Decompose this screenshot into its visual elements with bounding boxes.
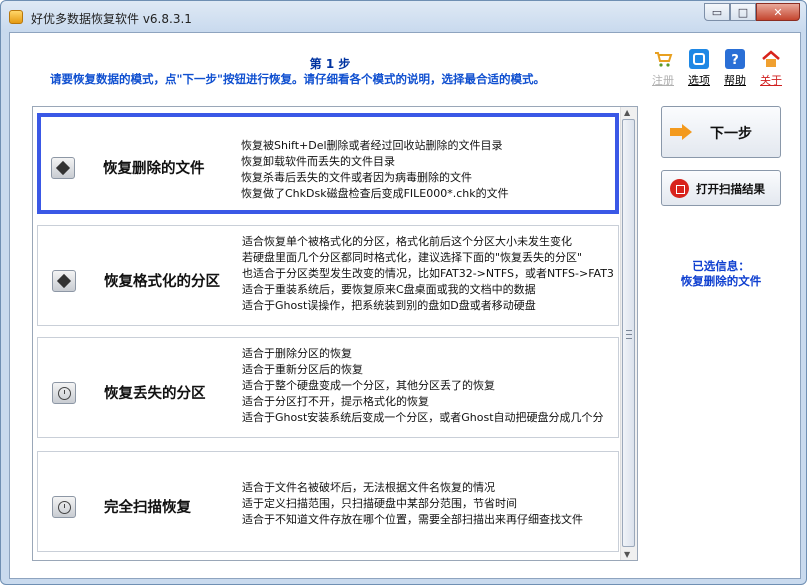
minimize-button[interactable]: ▭ (704, 3, 730, 21)
app-window: 好优多数据恢复软件 v6.8.3.1 ▭ □ ✕ 第 1 步 请要恢复数据的模式… (0, 0, 807, 585)
mode-card-recover-deleted[interactable]: 恢复删除的文件 恢复被Shift+Del删除或者经过回收站删除的文件目录 恢复卸… (37, 113, 619, 214)
close-button[interactable]: ✕ (756, 3, 800, 21)
register-label: 注册 (652, 74, 674, 87)
mode-desc-line: 适合于重新分区后的恢复 (242, 363, 363, 376)
selected-info: 已选信息： 恢复删除的文件 (661, 259, 781, 289)
clock-disk-icon (52, 382, 76, 404)
mode-desc-line: 适合于Ghost安装系统后变成一个分区，或者Ghost自动把硬盘分成几个分 (242, 411, 604, 424)
options-icon (689, 49, 709, 69)
disk-icon (52, 270, 76, 292)
mode-desc-line: 适于定义扫描范围，只扫描硬盘中某部分范围，节省时间 (242, 497, 517, 510)
mode-desc-line: 适合于分区打不开，提示格式化的恢复 (242, 395, 429, 408)
window-title: 好优多数据恢复软件 v6.8.3.1 (31, 12, 192, 26)
step-header: 第 1 步 请要恢复数据的模式，点"下一步"按钮进行恢复。请仔细看各个模式的说明… (10, 33, 800, 103)
mode-desc-line: 恢复卸载软件而丢失的文件目录 (241, 155, 395, 168)
help-button[interactable]: ? 帮助 (720, 49, 750, 88)
svg-text:?: ? (731, 53, 739, 68)
maximize-button[interactable]: □ (730, 3, 756, 21)
mode-list: 恢复删除的文件 恢复被Shift+Del删除或者经过回收站删除的文件目录 恢复卸… (32, 106, 638, 561)
disk-icon (51, 157, 75, 179)
open-scan-result-button[interactable]: 打开扫描结果 (661, 170, 781, 206)
mode-desc-line: 适合于不知道文件存放在哪个位置，需要全部扫描出来再仔细查找文件 (242, 513, 583, 526)
mode-desc-line: 也适合于分区类型发生改变的情况，比如FAT32->NTFS，或者NTFS->FA… (242, 267, 614, 280)
stop-icon (670, 179, 689, 198)
mode-desc-line: 适合于整个硬盘变成一个分区，其他分区丢了的恢复 (242, 379, 495, 392)
next-step-button[interactable]: 下一步 (661, 106, 781, 158)
scroll-down-icon[interactable]: ▼ (624, 550, 630, 559)
clock-disk-icon (52, 496, 76, 518)
mode-desc-line: 适合恢复单个被格式化的分区，格式化前后这个分区大小未发生变化 (242, 235, 572, 248)
mode-title: 恢复删除的文件 (103, 161, 205, 177)
next-step-label: 下一步 (710, 126, 752, 142)
mode-desc-line: 适合于重装系统后，要恢复原来C盘桌面或我的文档中的数据 (242, 283, 536, 296)
mode-desc-line: 恢复杀毒后丢失的文件或者因为病毒删除的文件 (241, 171, 472, 184)
step-description: 请要恢复数据的模式，点"下一步"按钮进行恢复。请仔细看各个模式的说明，选择最合适… (50, 72, 545, 86)
mode-title: 恢复格式化的分区 (104, 274, 220, 290)
mode-card-full-scan[interactable]: 完全扫描恢复 适合于文件名被破坏后，无法根据文件名恢复的情况 适于定义扫描范围，… (37, 451, 619, 552)
mode-desc-line: 恢复做了ChkDsk磁盘检查后变成FILE000*.chk的文件 (241, 187, 509, 200)
mode-desc-line: 适合于删除分区的恢复 (242, 347, 352, 360)
mode-desc-line: 适合于文件名被破坏后，无法根据文件名恢复的情况 (242, 481, 495, 494)
help-label: 帮助 (724, 74, 746, 87)
selected-info-label: 已选信息： (692, 259, 750, 273)
mode-card-recover-formatted[interactable]: 恢复格式化的分区 适合恢复单个被格式化的分区，格式化前后这个分区大小未发生变化 … (37, 225, 619, 326)
about-button[interactable]: 关于 (756, 49, 786, 88)
options-label: 选项 (688, 74, 710, 87)
help-icon: ? (725, 49, 745, 69)
vertical-scrollbar[interactable]: ▲ ▼ (620, 107, 637, 560)
step-title: 第 1 步 (309, 57, 351, 71)
home-icon (761, 49, 781, 69)
options-button[interactable]: 选项 (684, 49, 714, 88)
mode-desc-line: 若硬盘里面几个分区都同时格式化，建议选择下面的"恢复丢失的分区" (242, 251, 583, 264)
title-bar[interactable]: 好优多数据恢复软件 v6.8.3.1 ▭ □ ✕ (1, 1, 806, 33)
selected-info-value: 恢复删除的文件 (680, 274, 762, 288)
arrow-right-icon (670, 124, 692, 140)
scroll-up-icon[interactable]: ▲ (624, 108, 630, 117)
open-scan-result-label: 打开扫描结果 (696, 182, 765, 196)
mode-title: 恢复丢失的分区 (104, 386, 206, 402)
cart-icon (653, 49, 673, 69)
main-panel: 第 1 步 请要恢复数据的模式，点"下一步"按钮进行恢复。请仔细看各个模式的说明… (9, 32, 801, 579)
toolbar: 注册 选项 ? 帮助 关于 (648, 49, 788, 93)
app-icon (9, 10, 23, 24)
scroll-thumb[interactable] (622, 119, 635, 547)
mode-title: 完全扫描恢复 (104, 500, 191, 516)
mode-desc-line: 适合于Ghost误操作，把系统装到别的盘如D盘或者移动硬盘 (242, 299, 536, 312)
mode-card-recover-lost-partition[interactable]: 恢复丢失的分区 适合于删除分区的恢复 适合于重新分区后的恢复 适合于整个硬盘变成… (37, 337, 619, 438)
about-label: 关于 (760, 74, 782, 87)
register-button[interactable]: 注册 (648, 49, 678, 88)
mode-desc-line: 恢复被Shift+Del删除或者经过回收站删除的文件目录 (241, 139, 503, 152)
